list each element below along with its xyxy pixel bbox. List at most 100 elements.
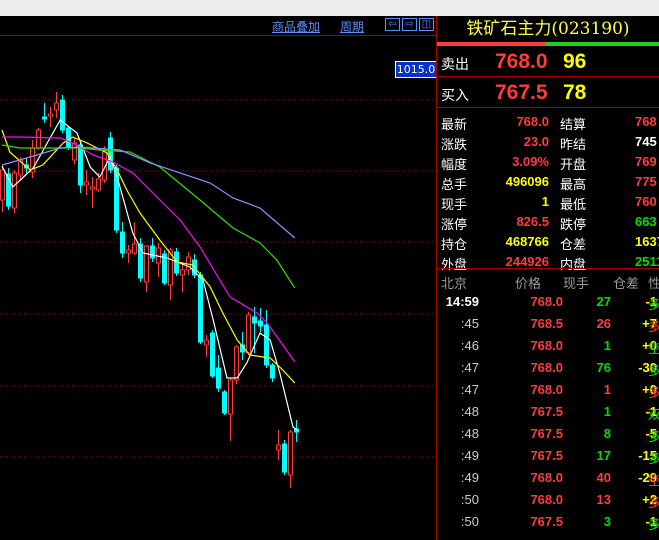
stat-label: 仓差 — [560, 238, 587, 253]
candle-body — [282, 443, 287, 473]
trade-time: :47 — [460, 360, 479, 375]
stat-value: 468766 — [505, 234, 549, 249]
candle-body — [246, 314, 251, 354]
trades-header: 北京 价格 现手 仓差 性 — [437, 272, 659, 292]
trade-volume: 26 — [596, 316, 611, 331]
stat-value: 3.09% — [512, 154, 549, 169]
candle-body — [48, 113, 53, 117]
stat-value: 1 — [541, 194, 549, 209]
buy-ratio-fill — [437, 42, 546, 46]
trade-price: 767.5 — [530, 404, 563, 419]
trade-row[interactable]: :48 767.5 8 -5 多 — [437, 424, 659, 446]
divider — [437, 76, 659, 77]
candle-body — [234, 346, 239, 381]
trade-row[interactable]: :50 767.5 3 -1 多 — [437, 512, 659, 534]
stat-value: 826.5 — [516, 214, 549, 229]
divider — [437, 268, 659, 269]
trade-row[interactable]: :50 768.0 13 +2 多 — [437, 490, 659, 512]
trade-nature: 多 — [648, 430, 659, 445]
trade-price: 768.0 — [530, 360, 563, 375]
trade-row[interactable]: :48 767.5 1 -1 双 — [437, 402, 659, 424]
candle-body — [258, 320, 263, 327]
trade-row[interactable]: :49 768.0 40 -29 空 — [437, 468, 659, 490]
candle-body — [216, 367, 221, 389]
candlestick-chart[interactable] — [0, 0, 436, 540]
trade-nature: 多 — [648, 364, 659, 379]
trade-nature: 多 — [648, 386, 659, 401]
stat-label: 总手 — [441, 178, 468, 193]
candle-body — [120, 231, 125, 254]
trade-time: :46 — [460, 338, 479, 353]
stat-value: 769 — [635, 154, 657, 169]
trade-price: 768.0 — [530, 492, 563, 507]
stat-value: 745 — [635, 134, 657, 149]
stat-label: 持仓 — [441, 238, 468, 253]
trade-volume: 27 — [596, 294, 611, 309]
candle-body — [60, 99, 65, 131]
stat-label: 最高 — [560, 178, 587, 193]
trade-row[interactable]: :49 767.5 17 -15 多 — [437, 446, 659, 468]
stat-value: 496096 — [505, 174, 549, 189]
trade-price: 767.5 — [530, 514, 563, 529]
stat-row: 外盘 244926 内盘 25117 — [437, 252, 659, 273]
trade-time: 14:59 — [445, 294, 479, 309]
trade-volume: 1 — [603, 382, 611, 397]
candle-body — [150, 245, 155, 259]
header-time: 北京 — [441, 277, 468, 292]
stat-value: 244926 — [505, 254, 549, 269]
trade-price: 767.5 — [530, 426, 563, 441]
trade-volume: 3 — [603, 514, 611, 529]
trade-row[interactable]: :45 768.5 26 +7 多 — [437, 314, 659, 336]
header-position-change: 仓差 — [613, 277, 640, 292]
stat-value: 775 — [635, 174, 657, 189]
candle-body — [210, 332, 215, 377]
stat-value: 760 — [635, 194, 657, 209]
stat-value: 1637 — [635, 234, 659, 249]
candle-body — [0, 169, 5, 201]
stat-label: 现手 — [441, 198, 468, 213]
sell-price: 768.0 — [495, 50, 548, 73]
trade-row[interactable]: :47 768.0 1 +0 多 — [437, 380, 659, 402]
trade-row[interactable]: 14:59 768.0 27 -1 多 — [437, 292, 659, 314]
stat-value: 663 — [635, 214, 657, 229]
trade-price: 768.0 — [530, 382, 563, 397]
candle-body — [36, 129, 41, 149]
stat-label: 结算 — [560, 118, 587, 133]
trade-volume: 8 — [603, 426, 611, 441]
stat-label: 内盘 — [560, 258, 587, 273]
candle-body — [288, 431, 293, 476]
sell-volume: 96 — [563, 50, 587, 73]
trade-time: :48 — [460, 404, 479, 419]
trade-price: 768.0 — [530, 470, 563, 485]
candle-body — [84, 181, 89, 186]
stat-label: 涨停 — [441, 218, 468, 233]
trade-nature: 多 — [648, 518, 659, 533]
trade-price: 768.0 — [530, 294, 563, 309]
trade-volume: 1 — [603, 404, 611, 419]
sell-row: 卖出 768.0 96 — [437, 49, 659, 75]
trade-price: 768.0 — [530, 338, 563, 353]
stat-row: 总手 496096 最高 775 — [437, 172, 659, 193]
candle-body — [252, 316, 257, 324]
trade-row[interactable]: :46 768.0 1 +0 空 — [437, 336, 659, 358]
stat-label: 涨跌 — [441, 138, 468, 153]
header-nature: 性 — [648, 277, 659, 292]
trade-volume: 17 — [596, 448, 611, 463]
buy-price: 767.5 — [495, 81, 548, 104]
stat-value: 768 — [635, 114, 657, 129]
trade-time: :49 — [460, 448, 479, 463]
stat-label: 跌停 — [560, 218, 587, 233]
trade-row[interactable]: :47 768.0 76 -30 多 — [437, 358, 659, 380]
trade-nature: 双 — [648, 408, 659, 423]
candle-body — [264, 324, 269, 366]
stat-label: 最新 — [441, 118, 468, 133]
stat-label: 昨结 — [560, 138, 587, 153]
trade-price: 767.5 — [530, 448, 563, 463]
stat-row: 最新 768.0 结算 768 — [437, 112, 659, 133]
trade-nature: 多 — [648, 452, 659, 467]
divider — [437, 107, 659, 108]
trade-nature: 空 — [648, 474, 659, 489]
trade-nature: 多 — [648, 320, 659, 335]
instrument-title: 铁矿石主力(023190) — [466, 19, 630, 39]
candle-body — [198, 274, 203, 343]
